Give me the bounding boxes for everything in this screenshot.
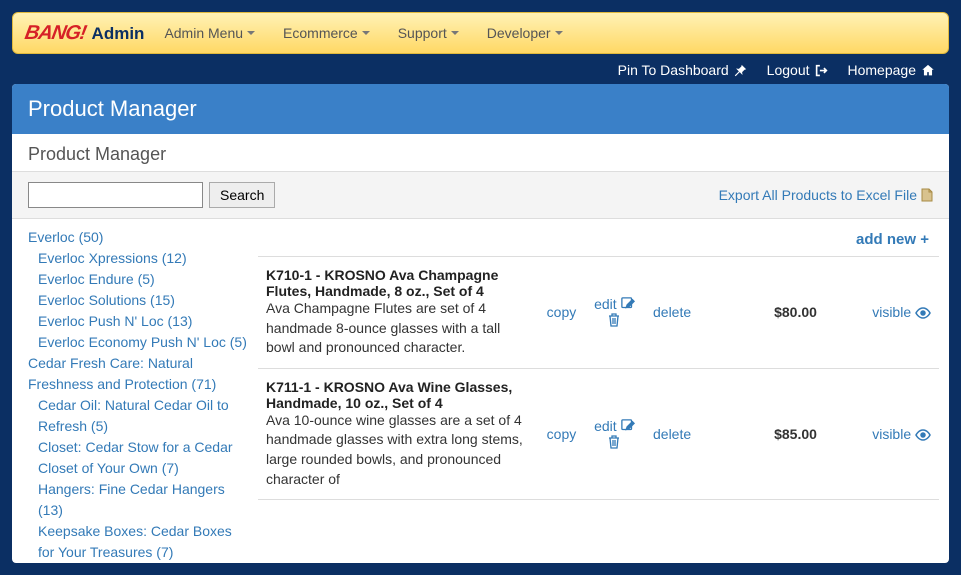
chevron-down-icon (362, 31, 370, 35)
link-label: Pin To Dashboard (618, 62, 729, 78)
table-row: K711-1 - KROSNO Ava Wine Glasses, Handma… (258, 368, 939, 499)
table-row: K710-1 - KROSNO Ava Champagne Flutes, Ha… (258, 257, 939, 369)
product-description: Ava Champagne Flutes are set of 4 handma… (266, 299, 530, 358)
search-button[interactable]: Search (209, 182, 275, 208)
delete-button[interactable]: delete (644, 368, 701, 499)
link-label: Logout (767, 62, 810, 78)
brand-suffix: Admin (92, 24, 145, 44)
nav-support[interactable]: Support (398, 25, 459, 41)
nav-label: Ecommerce (283, 25, 358, 41)
product-price: $80.00 (701, 257, 825, 369)
product-title: K711-1 - KROSNO Ava Wine Glasses, Handma… (266, 379, 530, 411)
eye-icon (915, 304, 931, 320)
brand-logo: BANG! (23, 22, 88, 45)
brand: BANG! Admin (25, 22, 144, 45)
visible-toggle[interactable]: visible (825, 368, 939, 499)
copy-button[interactable]: copy (538, 257, 585, 369)
nav-label: Developer (487, 25, 551, 41)
edit-icon (621, 418, 635, 434)
logout-icon (815, 64, 828, 77)
nav-developer[interactable]: Developer (487, 25, 563, 41)
nav-label: Support (398, 25, 447, 41)
toolbar: Search Export All Products to Excel File (12, 171, 949, 219)
top-links: Pin To Dashboard Logout Homepage (12, 54, 949, 84)
export-label: Export All Products to Excel File (719, 187, 917, 203)
copy-button[interactable]: copy (538, 368, 585, 499)
homepage-link[interactable]: Homepage (848, 62, 936, 78)
edit-button[interactable]: edit (585, 257, 644, 369)
category-sidebar: Everloc (50)Everloc Xpressions (12)Everl… (28, 227, 258, 563)
edit-icon (621, 296, 635, 312)
nav-ecommerce[interactable]: Ecommerce (283, 25, 370, 41)
add-new-button[interactable]: add new + (856, 231, 929, 248)
pin-to-dashboard-link[interactable]: Pin To Dashboard (618, 62, 747, 78)
export-link[interactable]: Export All Products to Excel File (719, 187, 933, 203)
category-link[interactable]: Everloc Xpressions (12) (28, 248, 250, 269)
category-link[interactable]: Cedar Fresh Care: Natural Freshness and … (28, 353, 250, 395)
eye-icon (915, 426, 931, 442)
delete-button[interactable]: delete (644, 257, 701, 369)
add-new-row: add new + (258, 227, 939, 256)
chevron-down-icon (451, 31, 459, 35)
page-title: Product Manager (12, 84, 949, 134)
trash-icon (608, 312, 620, 328)
chevron-down-icon (247, 31, 255, 35)
content-area: Everloc (50)Everloc Xpressions (12)Everl… (12, 219, 949, 563)
product-title: K710-1 - KROSNO Ava Champagne Flutes, Ha… (266, 267, 530, 299)
add-new-label: add new (856, 231, 916, 248)
visible-toggle[interactable]: visible (825, 257, 939, 369)
category-link[interactable]: Keepsake Boxes: Cedar Boxes for Your Tre… (28, 521, 250, 563)
home-icon (921, 64, 935, 77)
logout-link[interactable]: Logout (767, 62, 828, 78)
product-price: $85.00 (701, 368, 825, 499)
main-panel: Product Manager Product Manager Search E… (12, 84, 949, 563)
page-subtitle: Product Manager (12, 134, 949, 171)
top-navbar: BANG! Admin Admin Menu Ecommerce Support… (12, 12, 949, 54)
link-label: Homepage (848, 62, 917, 78)
search-input[interactable] (28, 182, 203, 208)
edit-button[interactable]: edit (585, 368, 644, 499)
nav-label: Admin Menu (164, 25, 243, 41)
category-link[interactable]: Everloc Solutions (15) (28, 290, 250, 311)
category-link[interactable]: Cedar Oil: Natural Cedar Oil to Refresh … (28, 395, 250, 437)
category-link[interactable]: Everloc Push N' Loc (13) (28, 311, 250, 332)
nav-admin-menu[interactable]: Admin Menu (164, 25, 255, 41)
category-link[interactable]: Closet: Cedar Stow for a Cedar Closet of… (28, 437, 250, 479)
category-link[interactable]: Everloc Endure (5) (28, 269, 250, 290)
category-link[interactable]: Everloc Economy Push N' Loc (5) (28, 332, 250, 353)
plus-icon: + (920, 231, 929, 248)
trash-icon (608, 434, 620, 450)
file-icon (921, 188, 933, 202)
nav-menu: Admin Menu Ecommerce Support Developer (164, 25, 562, 41)
product-description: Ava 10-ounce wine glasses are a set of 4… (266, 411, 530, 489)
pin-icon (734, 64, 747, 77)
category-link[interactable]: Everloc (50) (28, 227, 250, 248)
product-table: K710-1 - KROSNO Ava Champagne Flutes, Ha… (258, 256, 939, 500)
product-main: add new + K710-1 - KROSNO Ava Champagne … (258, 227, 949, 563)
chevron-down-icon (555, 31, 563, 35)
category-link[interactable]: Hangers: Fine Cedar Hangers (13) (28, 479, 250, 521)
